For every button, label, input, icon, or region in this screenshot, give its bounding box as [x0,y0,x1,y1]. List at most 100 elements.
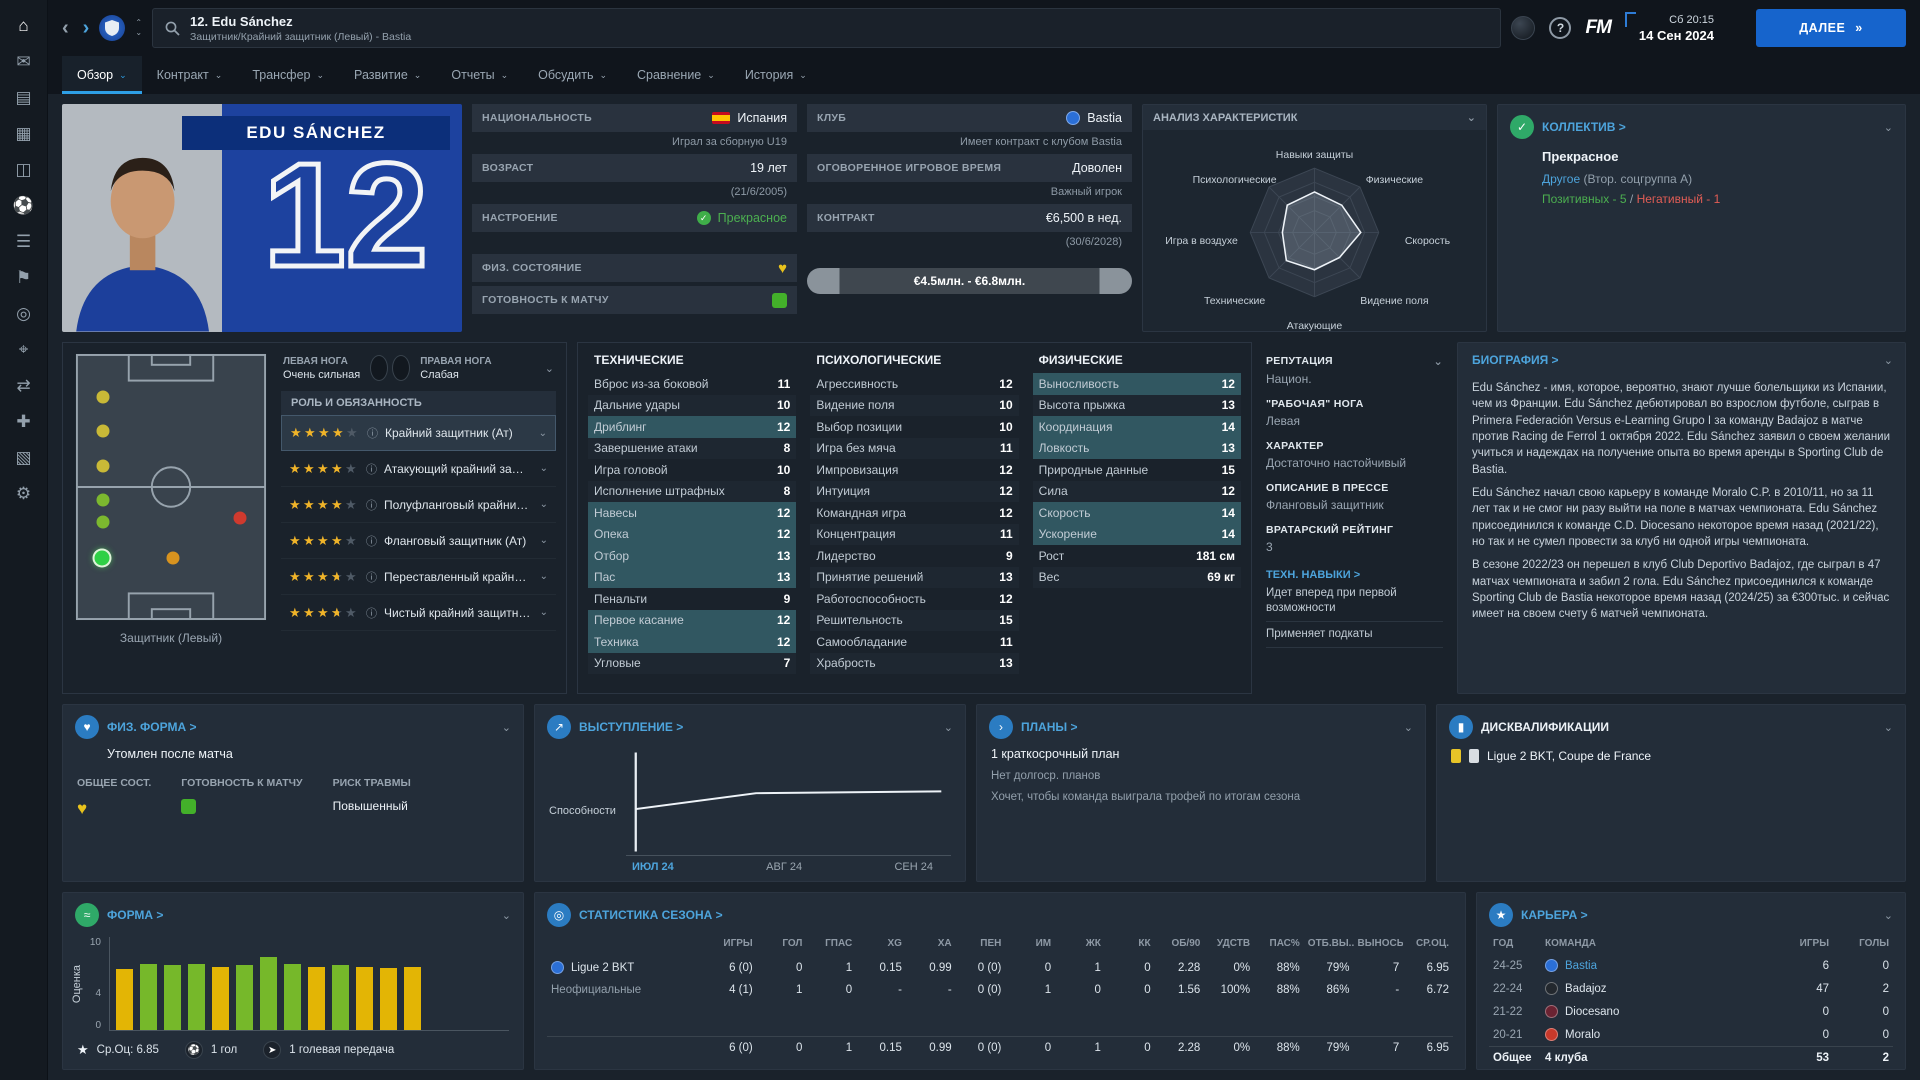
home-icon[interactable]: ⌂ [2,10,46,42]
plans-panel: › ПЛАНЫ > ⌄ 1 краткосрочный план Нет дол… [976,704,1426,882]
star-rating: ★★★★★ [289,605,359,621]
collapse-chevron-icon[interactable]: ⌄ [944,721,953,734]
career-header-team: КОМАНДА [1541,933,1773,954]
average-rating: Ср.Оц: 6.85 [97,1044,159,1056]
medical-icon[interactable]: ✚ [2,406,46,438]
collapse-chevron-icon[interactable]: ⌄ [502,721,511,734]
collapse-chevron-icon[interactable]: ⌄ [1404,721,1413,734]
role-row[interactable]: ★★★★★ⓘАтакующий крайний защитн...⌄ [281,451,556,487]
collapse-chevron-icon[interactable]: ⌄ [1884,721,1893,734]
left-icon-rail: ⌂ ✉ ▤ ▦ ◫ ⚽ ☰ ⚑ ◎ ⌖ ⇄ ✚ ▧ ⚙ [0,0,48,1080]
competitions-icon[interactable]: ◎ [2,298,46,330]
role-row[interactable]: ★★★★★ⓘЧистый крайний защитник (З...⌄ [281,595,556,631]
career-team[interactable]: Badajoz [1541,977,1773,1000]
biography-panel: БИОГРАФИЯ > ⌄ Edu Sánchez - имя, которое… [1457,342,1906,694]
tab-overview[interactable]: Обзор⌄ [62,56,142,94]
career-team-name: Diocesano [1565,1006,1619,1018]
match-ball-icon[interactable] [1511,16,1535,40]
plans-title[interactable]: ПЛАНЫ > [1021,720,1077,734]
staff-icon[interactable]: ☰ [2,226,46,258]
stats-cell: 0 [1055,979,1105,1001]
stats-title[interactable]: СТАТИСТИКА СЕЗОНА > [579,908,723,922]
season-stats-panel: ◎ СТАТИСТИКА СЕЗОНА > ИГРЫГОЛГПАСXGХАПЕН… [534,892,1466,1070]
career-team[interactable]: Moralo [1541,1023,1773,1046]
collapse-chevron-icon[interactable]: ⌄ [502,909,511,922]
role-row[interactable]: ★★★★★ⓘФланговый защитник (Ат)⌄ [281,523,556,559]
form-title[interactable]: ФОРМА > [107,908,163,922]
attribute-row: Лидерство9 [810,545,1018,567]
inbox-icon[interactable]: ✉ [2,46,46,78]
career-team[interactable]: Bastia [1541,954,1773,977]
attribute-row: Самообладание11 [810,631,1018,653]
feet-row: ЛЕВАЯ НОГАОчень сильная ПРАВАЯ НОГАСлаба… [281,353,556,391]
settings-icon[interactable]: ⚙ [2,478,46,510]
tab-history[interactable]: История⌄ [730,56,822,94]
physical-header: ФИЗИЧЕСКИЕ [1033,351,1241,373]
tab-discuss[interactable]: Обсудить⌄ [523,56,622,94]
collective-panel: ✓ КОЛЛЕКТИВ > ⌄ Прекрасное Другое (Втор.… [1497,104,1906,332]
career-team[interactable]: Diocesano [1541,1000,1773,1023]
role-row[interactable]: ★★★★★ⓘКрайний защитник (Ат)⌄ [281,415,556,451]
attribute-value: 12 [1222,484,1235,498]
x-label-jul[interactable]: ИЮЛ 24 [632,861,674,873]
collapse-chevron-icon[interactable]: ⌄ [1884,354,1893,367]
tab-reports[interactable]: Отчеты⌄ [436,56,523,94]
stats-cell: 6 (0) [707,957,757,979]
stats-cell: 79% [1304,957,1354,979]
star-icon: ★ [331,605,345,621]
career-total-label: Общее [1489,1047,1541,1069]
stats-header-cell: ГОЛ [757,933,807,956]
collapse-chevron-icon[interactable]: ⌄ [1884,121,1893,134]
help-icon[interactable]: ? [1549,17,1571,39]
chevron-down-icon: ⌄ [540,607,548,618]
collapse-chevron-icon[interactable]: ⌄ [1467,111,1476,124]
tab-comparison[interactable]: Сравнение⌄ [622,56,730,94]
training-icon[interactable]: ⚽ [2,190,46,222]
stats-header-cell: ИГРЫ [707,933,757,956]
continue-button[interactable]: ДАЛЕЕ» [1756,9,1906,47]
tab-transfer[interactable]: Трансфер⌄ [237,56,339,94]
role-row[interactable]: ★★★★★ⓘПереставленный крайний за...⌄ [281,559,556,595]
role-row[interactable]: ★★★★★ⓘПолуфланговый крайний за...⌄ [281,487,556,523]
star-icon: ★ [331,497,345,513]
star-icon: ★ [303,605,317,621]
attribute-name: Решительность [816,613,902,627]
short-term-plan[interactable]: 1 краткосрочный план [991,747,1411,761]
tab-contract[interactable]: Контракт⌄ [142,56,238,94]
performance-title[interactable]: ВЫСТУПЛЕНИЕ > [579,720,683,734]
stats-competition[interactable]: Ligue 2 BKT [547,956,707,979]
data-hub-icon[interactable]: ▧ [2,442,46,474]
stats-icon: ◎ [547,903,571,927]
stats-row: ≈ ФОРМА > ⌄ Оценка 10 4 0 [62,892,1906,1070]
club-icon[interactable]: ⚑ [2,262,46,294]
collective-title[interactable]: КОЛЛЕКТИВ > [1542,120,1626,134]
scouting-icon[interactable]: ⌖ [2,334,46,366]
stats-header-cell: ОБ/90 [1155,933,1205,956]
tech-skills-link[interactable]: ТЕХН. НАВЫКИ > [1266,569,1443,581]
playtime-value: Доволен [1072,161,1122,175]
schedule-icon[interactable]: ▦ [2,118,46,150]
social-group-link[interactable]: Другое [1542,172,1580,186]
tab-development[interactable]: Развитие⌄ [339,56,436,94]
collapse-chevron-icon[interactable]: ⌄ [1433,355,1443,368]
club-badge-icon[interactable] [99,15,125,41]
stats-competition[interactable]: Неофициальные [547,979,707,1001]
bio-paragraph: Edu Sánchez - имя, которое, вероятно, зн… [1472,380,1891,478]
club-value[interactable]: Bastia [1087,111,1122,125]
collapse-chevron-icon[interactable]: ⌄ [1884,909,1893,922]
squad-icon[interactable]: ▤ [2,82,46,114]
career-title[interactable]: КАРЬЕРА > [1521,908,1588,922]
career-total-clubs: 4 клуба [1541,1047,1773,1069]
attribute-radar-chart: Навыки защитыФизическиеСкоростьВидение п… [1143,130,1486,331]
player-search-bar[interactable]: 12. Edu Sánchez Защитник/Крайний защитни… [152,8,1501,48]
fitness-title[interactable]: ФИЗ. ФОРМА > [107,720,196,734]
back-button[interactable]: ‹ [62,17,69,40]
stats-total-cell: 1 [806,1037,856,1059]
tactics-icon[interactable]: ◫ [2,154,46,186]
transfers-icon[interactable]: ⇄ [2,370,46,402]
forward-button[interactable]: › [83,17,90,40]
biography-title[interactable]: БИОГРАФИЯ > [1472,353,1559,367]
attribute-name: Скорость [1039,506,1091,520]
collapse-chevron-icon[interactable]: ⌄ [545,362,554,375]
cycle-arrows[interactable]: ⌃⌄ [135,19,142,37]
